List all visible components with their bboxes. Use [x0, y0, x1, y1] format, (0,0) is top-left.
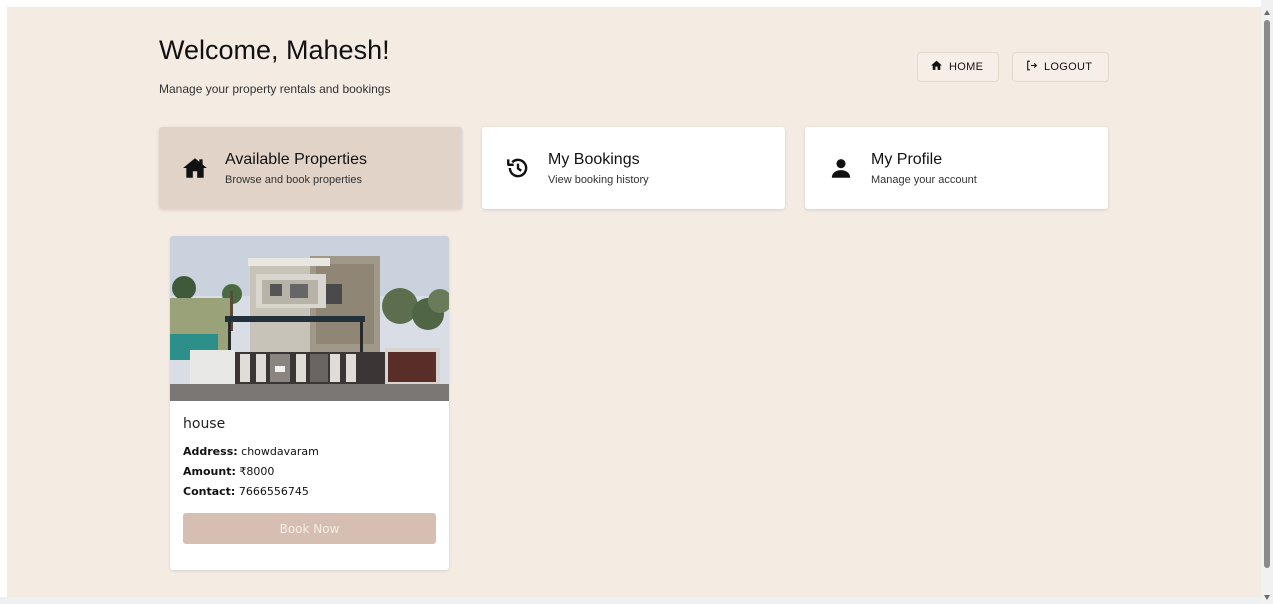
- home-button-label: HOME: [949, 61, 984, 73]
- book-now-button[interactable]: Book Now: [183, 513, 436, 544]
- horizontal-scroll-area: [0, 597, 1261, 604]
- logout-button[interactable]: LOGOUT: [1012, 52, 1109, 82]
- property-contact: Contact: 7666556745: [183, 485, 309, 498]
- scroll-down-arrow-icon[interactable]: [1264, 595, 1270, 600]
- tile-title: My Profile: [871, 150, 943, 168]
- tile-title: My Bookings: [548, 150, 640, 168]
- contact-value: 7666556745: [238, 485, 309, 498]
- history-icon: [504, 154, 532, 182]
- contact-label: Contact:: [183, 485, 236, 498]
- tile-title: Available Properties: [225, 150, 368, 168]
- home-icon: [930, 59, 943, 75]
- property-address: Address: chowdavaram: [183, 445, 319, 458]
- address-label: Address:: [183, 445, 238, 458]
- person-icon: [827, 154, 855, 182]
- tile-my-bookings[interactable]: My Bookings View booking history: [482, 127, 785, 209]
- logout-button-label: LOGOUT: [1044, 61, 1093, 73]
- page-subtitle: Manage your property rentals and booking…: [159, 82, 391, 96]
- page-viewport: Welcome, Mahesh! Manage your property re…: [7, 7, 1261, 597]
- address-value: chowdavaram: [241, 445, 319, 458]
- property-amount: Amount: ₹8000: [183, 465, 274, 478]
- tile-desc: View booking history: [548, 173, 649, 186]
- scroll-up-arrow-icon[interactable]: [1264, 10, 1270, 15]
- scrollbar-thumb[interactable]: [1264, 20, 1270, 568]
- page-title: Welcome, Mahesh!: [159, 35, 390, 65]
- tile-desc: Manage your account: [871, 173, 977, 186]
- property-photo: [170, 236, 449, 401]
- tile-my-profile[interactable]: My Profile Manage your account: [805, 127, 1108, 209]
- property-card: house Address: chowdavaram Amount: ₹8000…: [170, 236, 449, 570]
- amount-label: Amount:: [183, 465, 236, 478]
- home-button[interactable]: HOME: [917, 52, 999, 82]
- house-icon: [181, 154, 209, 182]
- property-name: house: [183, 416, 226, 432]
- tile-desc: Browse and book properties: [225, 173, 362, 186]
- logout-icon: [1025, 59, 1038, 75]
- amount-value: ₹8000: [239, 465, 275, 478]
- vertical-scrollbar[interactable]: [1261, 0, 1273, 604]
- tile-available-properties[interactable]: Available Properties Browse and book pro…: [159, 127, 462, 209]
